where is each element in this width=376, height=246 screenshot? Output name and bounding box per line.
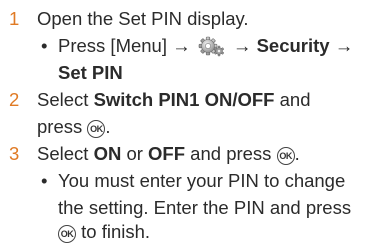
ok-key-icon: OK <box>276 147 295 165</box>
step-number: 1 <box>9 8 20 29</box>
step-text: and <box>274 89 311 110</box>
bullet-mark: • <box>41 170 48 191</box>
arrow: → <box>334 35 354 56</box>
bullet-mark: • <box>41 35 48 56</box>
security-label: Security <box>256 35 330 56</box>
bullet-text: to finish. <box>81 221 151 242</box>
set-pin-label: Set PIN <box>58 62 123 83</box>
step-text: Select <box>37 143 94 164</box>
step-number: 3 <box>9 143 20 164</box>
off-label: OFF <box>148 143 186 164</box>
step-text: Open the Set PIN display. <box>37 8 249 29</box>
ok-key-icon: OK <box>58 225 76 243</box>
arrow: → <box>232 35 252 56</box>
step-number: 2 <box>9 89 20 110</box>
step-text: or <box>121 143 149 164</box>
bullet-text: You must enter your PIN to change <box>58 170 346 191</box>
switch-pin-label: Switch PIN1 ON/OFF <box>93 89 275 110</box>
step-text: and press <box>185 143 272 164</box>
on-label: ON <box>93 143 122 164</box>
press-menu-text: Press [Menu] → <box>58 35 191 56</box>
period: . <box>294 143 300 164</box>
step-text: press <box>37 116 83 137</box>
ok-key-icon: OK <box>87 120 106 138</box>
period: . <box>105 116 111 137</box>
step-text: Select <box>37 89 94 110</box>
settings-gear-icon <box>198 36 224 57</box>
